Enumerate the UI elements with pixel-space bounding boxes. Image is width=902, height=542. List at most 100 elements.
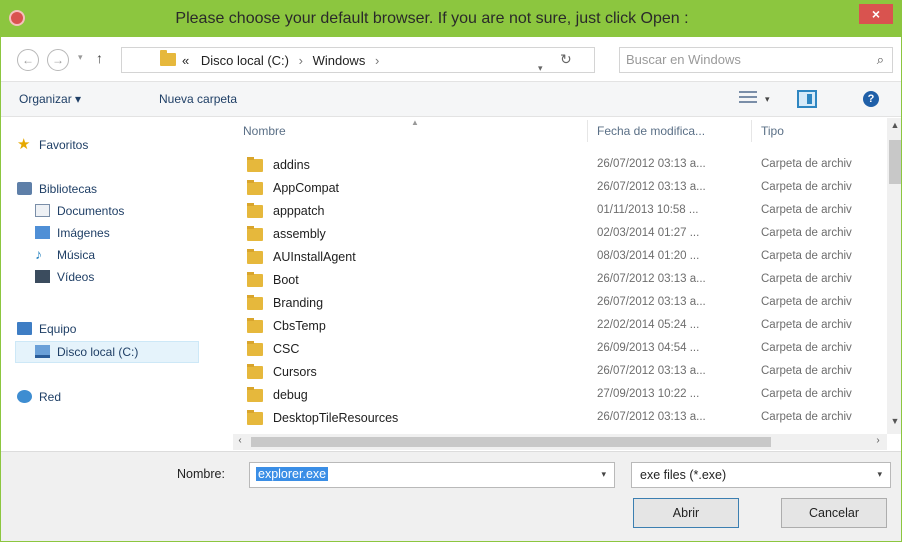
- horizontal-scrollbar[interactable]: ‹ ›: [233, 434, 887, 450]
- nav-item-label: Imágenes: [57, 226, 110, 240]
- breadcrumb-overflow[interactable]: «: [182, 53, 189, 68]
- scrollbar-thumb[interactable]: [889, 140, 901, 184]
- change-view-icon[interactable]: [739, 91, 757, 107]
- drive-icon: [35, 345, 50, 358]
- column-divider[interactable]: [751, 120, 752, 142]
- file-row[interactable]: Boot 26/07/2012 03:13 a... Carpeta de arch…: [233, 269, 887, 292]
- nav-item-label: Red: [39, 390, 62, 404]
- scrollbar-thumb[interactable]: [251, 437, 771, 447]
- music-note-icon: ♪: [35, 246, 42, 262]
- file-name: AUInstallAgent: [273, 250, 356, 264]
- nav-item-label: Favoritos: [39, 138, 89, 152]
- nav-item-label: Vídeos: [57, 270, 95, 284]
- folder-icon: [247, 295, 263, 310]
- view-options-chevron-icon[interactable]: ▾: [765, 94, 770, 105]
- file-type: Carpeta de archiv: [761, 319, 852, 331]
- scroll-down-icon[interactable]: ▼: [887, 416, 901, 430]
- file-name: DesktopTileResources: [273, 411, 399, 425]
- open-button[interactable]: Abrir: [633, 498, 739, 528]
- file-type: Carpeta de archiv: [761, 365, 852, 377]
- file-row[interactable]: CSC 26/09/2013 04:54 ... Carpeta de archiv: [233, 338, 887, 361]
- file-type: Carpeta de archiv: [761, 342, 852, 354]
- dialog-footer: Nombre: explorer.exe ▾ exe files (*.exe)…: [1, 451, 901, 541]
- file-row[interactable]: debug 27/09/2013 10:22 ... Carpeta de arch…: [233, 384, 887, 407]
- recent-locations-chevron-icon[interactable]: ▾: [78, 52, 83, 63]
- scroll-left-icon[interactable]: ‹: [233, 435, 247, 446]
- folder-icon: [247, 203, 263, 218]
- file-row[interactable]: addins 26/07/2012 03:13 a... Carpeta de ar…: [233, 154, 887, 177]
- refresh-icon[interactable]: ↻: [560, 51, 572, 68]
- search-icon[interactable]: ⌕: [877, 52, 884, 68]
- vertical-scrollbar[interactable]: ▲ ▼: [887, 118, 901, 434]
- column-header-name[interactable]: Nombre: [243, 118, 286, 144]
- file-row[interactable]: DesktopTileResources 26/07/2012 03:13 a..…: [233, 407, 887, 430]
- file-row[interactable]: AUInstallAgent 08/03/2014 01:20 ... Carpet…: [233, 246, 887, 269]
- column-header-type[interactable]: Tipo: [761, 118, 784, 144]
- up-arrow-icon[interactable]: ↑: [96, 50, 103, 66]
- sort-ascending-icon: ▲: [411, 118, 419, 127]
- back-button[interactable]: ←: [17, 49, 39, 71]
- search-box[interactable]: ⌕: [619, 47, 893, 73]
- file-row[interactable]: CbsTemp 22/02/2014 05:24 ... Carpeta de ar…: [233, 315, 887, 338]
- file-date: 26/07/2012 03:13 a...: [597, 273, 706, 285]
- cancel-button[interactable]: Cancelar: [781, 498, 887, 528]
- file-date: 08/03/2014 01:20 ...: [597, 250, 700, 262]
- file-date: 02/03/2014 01:27 ...: [597, 227, 700, 239]
- filename-field[interactable]: explorer.exe ▾: [249, 462, 615, 488]
- breadcrumb-separator: ›: [374, 53, 380, 68]
- folder-icon: [247, 364, 263, 379]
- star-icon: ★: [17, 136, 31, 153]
- file-type: Carpeta de archiv: [761, 227, 852, 239]
- address-bar[interactable]: « Disco local (C:) › Windows › ▾ ↻: [121, 47, 595, 73]
- filename-input[interactable]: explorer.exe: [256, 467, 329, 481]
- file-date: 26/07/2012 03:13 a...: [597, 181, 706, 193]
- file-row[interactable]: assembly 02/03/2014 01:27 ... Carpeta de a…: [233, 223, 887, 246]
- folder-icon: [247, 387, 263, 402]
- close-button[interactable]: ×: [859, 4, 893, 24]
- folder-icon: [247, 226, 263, 241]
- breadcrumb-local-disk[interactable]: Disco local (C:): [201, 53, 289, 68]
- nav-item-label: Bibliotecas: [39, 182, 98, 196]
- filetype-chevron-icon[interactable]: ▾: [877, 469, 882, 480]
- file-date: 01/11/2013 10:58 ...: [597, 204, 699, 216]
- file-type: Carpeta de archiv: [761, 158, 852, 170]
- folder-icon: [247, 157, 263, 172]
- filetype-value: exe files (*.exe): [640, 468, 727, 482]
- file-list: Nombre ▲ Fecha de modifica... Tipo addin…: [233, 118, 887, 438]
- file-row[interactable]: Branding 26/07/2012 03:13 a... Carpeta de …: [233, 292, 887, 315]
- file-type: Carpeta de archiv: [761, 411, 852, 423]
- file-name: AppCompat: [273, 181, 340, 195]
- scroll-right-icon[interactable]: ›: [871, 435, 885, 446]
- library-icon: [17, 182, 32, 195]
- filename-history-chevron-icon[interactable]: ▾: [601, 469, 606, 480]
- file-type: Carpeta de archiv: [761, 181, 852, 193]
- file-date: 26/07/2012 03:13 a...: [597, 296, 706, 308]
- file-row[interactable]: apppatch 01/11/2013 10:58 ... Carpeta de a…: [233, 200, 887, 223]
- file-name: Boot: [273, 273, 299, 287]
- filename-label: Nombre:: [177, 467, 225, 481]
- file-type: Carpeta de archiv: [761, 250, 852, 262]
- column-divider[interactable]: [587, 120, 588, 142]
- forward-button[interactable]: →: [47, 49, 69, 71]
- address-row: ← → ▾ ↑ « Disco local (C:) › Windows › ▾…: [1, 37, 901, 81]
- address-history-chevron-icon[interactable]: ▾: [538, 63, 543, 74]
- network-icon: [17, 390, 32, 403]
- file-date: 22/02/2014 05:24 ...: [597, 319, 700, 331]
- file-date: 26/09/2013 04:54 ...: [597, 342, 700, 354]
- search-input[interactable]: [626, 52, 846, 67]
- video-icon: [35, 270, 50, 283]
- column-header-date[interactable]: Fecha de modifica...: [597, 118, 705, 144]
- folder-icon: [160, 50, 176, 66]
- preview-pane-icon[interactable]: [797, 90, 817, 108]
- file-name: apppatch: [273, 204, 325, 218]
- help-icon[interactable]: ?: [863, 91, 879, 107]
- breadcrumb-windows[interactable]: Windows: [313, 53, 366, 68]
- file-type: Carpeta de archiv: [761, 204, 852, 216]
- folder-icon: [247, 249, 263, 264]
- new-folder-button[interactable]: Nueva carpeta: [159, 92, 237, 106]
- file-row[interactable]: Cursors 26/07/2012 03:13 a... Carpeta de a…: [233, 361, 887, 384]
- filetype-select[interactable]: exe files (*.exe) ▾: [631, 462, 891, 488]
- organize-button[interactable]: Organizar ▾: [19, 92, 81, 106]
- file-row[interactable]: AppCompat 26/07/2012 03:13 a... Carpeta de…: [233, 177, 887, 200]
- scroll-up-icon[interactable]: ▲: [887, 120, 901, 134]
